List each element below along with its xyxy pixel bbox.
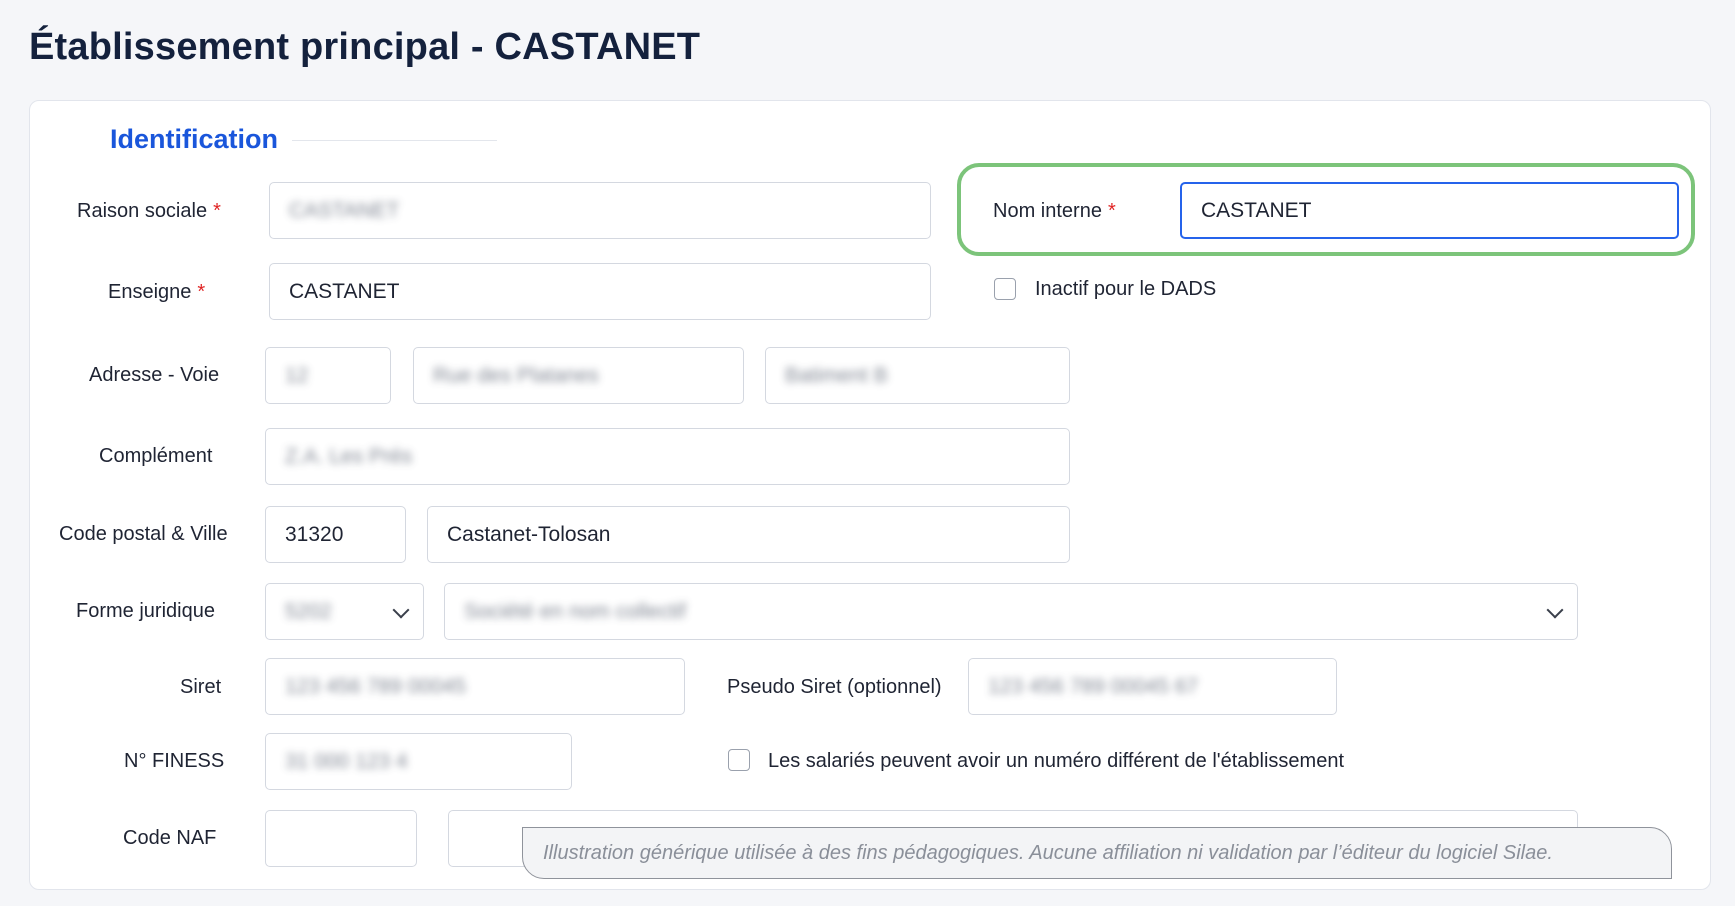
complement-input[interactable]: Z.A. Les Prés xyxy=(265,428,1070,485)
chevron-down-icon xyxy=(1546,601,1564,618)
enseigne-input[interactable]: CASTANET xyxy=(269,263,931,320)
adresse-voie-label: Adresse - Voie xyxy=(89,364,220,386)
ville-input[interactable]: Castanet-Tolosan xyxy=(427,506,1070,563)
chevron-down-icon xyxy=(392,601,410,618)
forme-juridique-libelle-value: Société en nom collectif xyxy=(464,599,686,623)
nom-interne-label: Nom interne * xyxy=(993,200,1116,223)
raison-sociale-label: Raison sociale * xyxy=(77,200,221,223)
raison-sociale-label-text: Raison sociale xyxy=(77,200,208,222)
inactif-dads-checkbox[interactable] xyxy=(994,278,1016,300)
page-title: Établissement principal - CASTANET xyxy=(29,26,701,68)
code-postal-ville-label: Code postal & Ville xyxy=(59,523,228,545)
inactif-dads-label: Inactif pour le DADS xyxy=(1035,278,1217,300)
adresse-numero-input[interactable]: 12 xyxy=(265,347,391,404)
complement-label: Complément xyxy=(99,445,213,467)
adresse-numero-value: 12 xyxy=(285,363,309,387)
numero-different-checkbox[interactable] xyxy=(728,749,750,771)
siret-input[interactable]: 123 456 789 00045 xyxy=(265,658,685,715)
adresse-batiment-value: Batiment B xyxy=(785,363,888,387)
raison-sociale-input[interactable]: CASTANET xyxy=(269,182,931,239)
enseigne-label-text: Enseigne xyxy=(108,281,192,303)
required-marker: * xyxy=(213,200,221,222)
code-naf-label: Code NAF xyxy=(123,827,217,849)
ville-value: Castanet-Tolosan xyxy=(447,522,611,546)
nom-interne-label-text: Nom interne xyxy=(993,200,1102,222)
nom-interne-input[interactable]: CASTANET xyxy=(1180,182,1679,239)
pseudo-siret-value: 123 456 789 00045 67 xyxy=(988,674,1199,698)
complement-value: Z.A. Les Prés xyxy=(285,444,413,468)
required-marker: * xyxy=(197,281,206,303)
finess-value: 31 000 123 4 xyxy=(285,749,408,773)
finess-input[interactable]: 31 000 123 4 xyxy=(265,733,572,790)
numero-different-label: Les salariés peuvent avoir un numéro dif… xyxy=(768,750,1345,772)
nom-interne-value: CASTANET xyxy=(1201,198,1312,222)
section-title: Identification xyxy=(110,124,278,154)
section-divider xyxy=(292,140,497,141)
finess-label: N° FINESS xyxy=(124,750,225,772)
adresse-batiment-input[interactable]: Batiment B xyxy=(765,347,1070,404)
forme-juridique-code-value: 5202 xyxy=(285,599,332,623)
forme-juridique-libelle-select[interactable]: Société en nom collectif xyxy=(444,583,1578,640)
pseudo-siret-label: Pseudo Siret (optionnel) xyxy=(727,676,942,698)
required-marker: * xyxy=(1107,200,1116,222)
disclaimer-banner: Illustration générique utilisée à des fi… xyxy=(522,827,1672,879)
code-naf-input[interactable] xyxy=(265,810,417,867)
siret-value: 123 456 789 00045 xyxy=(285,674,467,698)
forme-juridique-code-select[interactable]: 5202 xyxy=(265,583,424,640)
enseigne-value: CASTANET xyxy=(289,279,400,303)
code-postal-input[interactable]: 31320 xyxy=(265,506,406,563)
raison-sociale-value: CASTANET xyxy=(289,198,400,222)
enseigne-label: Enseigne * xyxy=(108,281,205,304)
adresse-voie-value: Rue des Platanes xyxy=(433,363,599,387)
pseudo-siret-input[interactable]: 123 456 789 00045 67 xyxy=(968,658,1337,715)
adresse-voie-input[interactable]: Rue des Platanes xyxy=(413,347,744,404)
code-postal-value: 31320 xyxy=(285,522,344,546)
siret-label: Siret xyxy=(180,676,222,698)
forme-juridique-label: Forme juridique xyxy=(76,600,215,622)
page: Établissement principal - CASTANET Ident… xyxy=(0,0,1735,906)
